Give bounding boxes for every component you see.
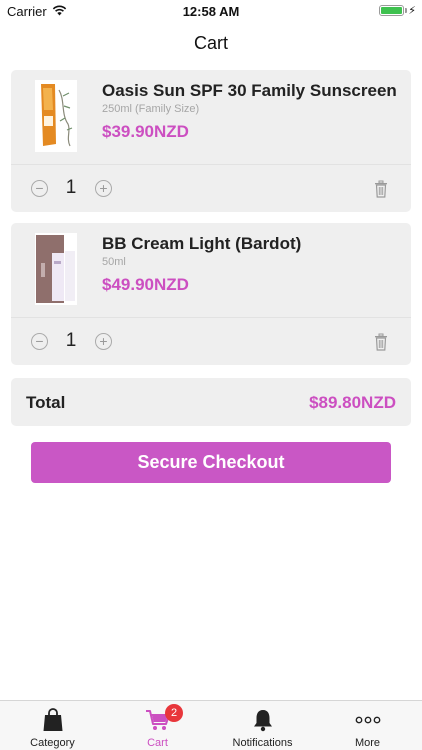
tab-bar: Category 2 Cart Notifications More [0,700,422,750]
product-price: $49.90NZD [102,275,189,294]
battery-level [381,7,402,14]
product-size: 50ml [102,256,126,268]
total-value: $89.80NZD [309,393,396,412]
bell-icon [253,710,272,732]
bag-icon [43,708,62,731]
battery-icon [379,5,404,16]
tab-label: Notifications [232,737,293,749]
status-bar: Carrier 12:58 AM ⚡︎ [0,0,422,22]
product-price: $39.90NZD [102,122,189,141]
battery-tip [405,8,407,13]
increase-quantity-button[interactable]: + [95,180,112,197]
cart-count-badge: 2 [165,704,183,722]
cart-item: Oasis Sun SPF 30 Family Sunscreen 250ml … [11,70,411,212]
decrease-quantity-button[interactable]: − [31,333,48,350]
product-image [35,233,77,305]
product-name: Oasis Sun SPF 30 Family Sunscreen [102,81,397,100]
total-label: Total [26,393,66,412]
product-image [35,80,77,152]
divider [11,317,411,318]
product-name: BB Cream Light (Bardot) [102,234,302,253]
quantity-value: 1 [65,177,77,198]
tab-notifications[interactable]: Notifications [210,701,315,750]
quantity-value: 1 [65,330,77,351]
tab-category[interactable]: Category [0,701,105,750]
decrease-quantity-button[interactable]: − [31,180,48,197]
cart-item-details[interactable]: BB Cream Light (Bardot) 50ml $49.90NZD [11,223,411,317]
cart-item: BB Cream Light (Bardot) 50ml $49.90NZD −… [11,223,411,365]
total-summary: Total $89.80NZD [11,378,411,426]
trash-icon[interactable] [374,180,388,198]
product-size: 250ml (Family Size) [102,103,200,115]
more-icon [355,716,380,724]
cart-item-details[interactable]: Oasis Sun SPF 30 Family Sunscreen 250ml … [11,70,411,164]
status-time: 12:58 AM [182,4,240,19]
tab-more[interactable]: More [315,701,420,750]
charging-bolt-icon: ⚡︎ [408,5,416,17]
secure-checkout-button[interactable]: Secure Checkout [31,442,391,483]
increase-quantity-button[interactable]: + [95,333,112,350]
trash-icon[interactable] [374,333,388,351]
tab-label: More [354,737,381,749]
tab-label: Cart [147,737,168,749]
page-title: Cart [193,33,228,53]
tab-label: Category [30,737,75,749]
divider [11,164,411,165]
tab-cart[interactable]: 2 Cart [105,701,210,750]
